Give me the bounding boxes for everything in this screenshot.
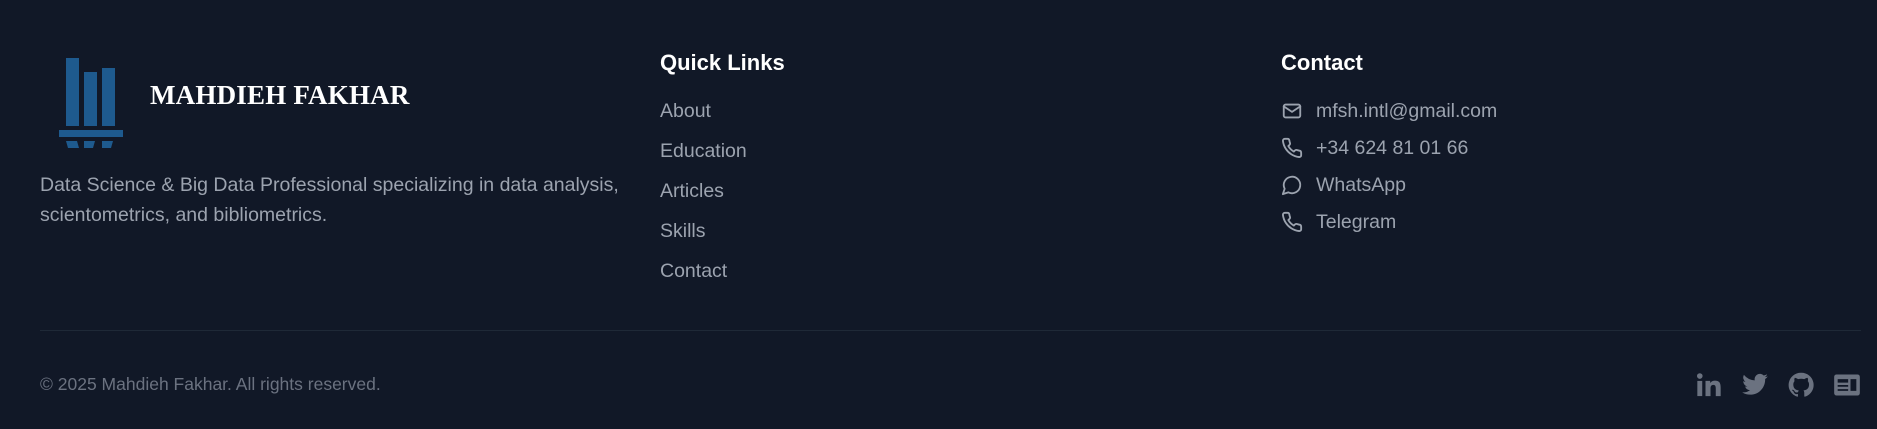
quick-links-list: About Education Articles Skills Contact (660, 94, 785, 294)
quick-link-education[interactable]: Education (660, 134, 785, 174)
github-icon[interactable] (1787, 371, 1815, 399)
contact-phone-link[interactable]: +34 624 81 01 66 (1281, 128, 1497, 168)
contact-email-label: mfsh.intl@gmail.com (1316, 99, 1498, 122)
linkedin-icon[interactable] (1695, 371, 1723, 399)
brand-name[interactable]: MAHDIEH FAKHAR (150, 80, 410, 111)
quick-link-contact[interactable]: Contact (660, 254, 785, 294)
phone-icon (1281, 137, 1303, 159)
site-footer: MAHDIEH FAKHAR Data Science & Big Data P… (0, 0, 1877, 429)
contact-title: Contact (1281, 50, 1363, 75)
contact-whatsapp-label: WhatsApp (1316, 173, 1406, 196)
contact-telegram-label: Telegram (1316, 210, 1397, 233)
contact-list: mfsh.intl@gmail.com +34 624 81 01 66 Wha… (1281, 91, 1497, 242)
contact-whatsapp-link[interactable]: WhatsApp (1281, 165, 1497, 205)
twitter-icon[interactable] (1741, 371, 1769, 399)
phone-icon (1281, 211, 1303, 233)
quick-link-about[interactable]: About (660, 94, 785, 134)
footer-divider (40, 330, 1861, 331)
contact-phone-label: +34 624 81 01 66 (1316, 136, 1469, 159)
contact-email-link[interactable]: mfsh.intl@gmail.com (1281, 91, 1497, 131)
id-card-icon[interactable] (1833, 371, 1861, 399)
quick-links-title: Quick Links (660, 50, 785, 75)
mail-icon (1281, 100, 1303, 122)
brand-header: MAHDIEH FAKHAR (40, 54, 630, 148)
brand-column: MAHDIEH FAKHAR Data Science & Big Data P… (40, 54, 630, 230)
quick-link-skills[interactable]: Skills (660, 214, 785, 254)
contact-column: Contact mfsh.intl@gmail.com +34 624 81 0… (1281, 50, 1497, 242)
brand-description: Data Science & Big Data Professional spe… (40, 174, 619, 226)
copyright-text: © 2025 Mahdieh Fakhar. All rights reserv… (40, 374, 381, 394)
contact-telegram-link[interactable]: Telegram (1281, 202, 1497, 242)
social-links (1695, 371, 1861, 399)
chat-bubble-icon (1281, 174, 1303, 196)
quick-link-articles[interactable]: Articles (660, 174, 785, 214)
logo-bar-chart-icon (59, 58, 123, 148)
quick-links-column: Quick Links About Education Articles Ski… (660, 50, 785, 294)
